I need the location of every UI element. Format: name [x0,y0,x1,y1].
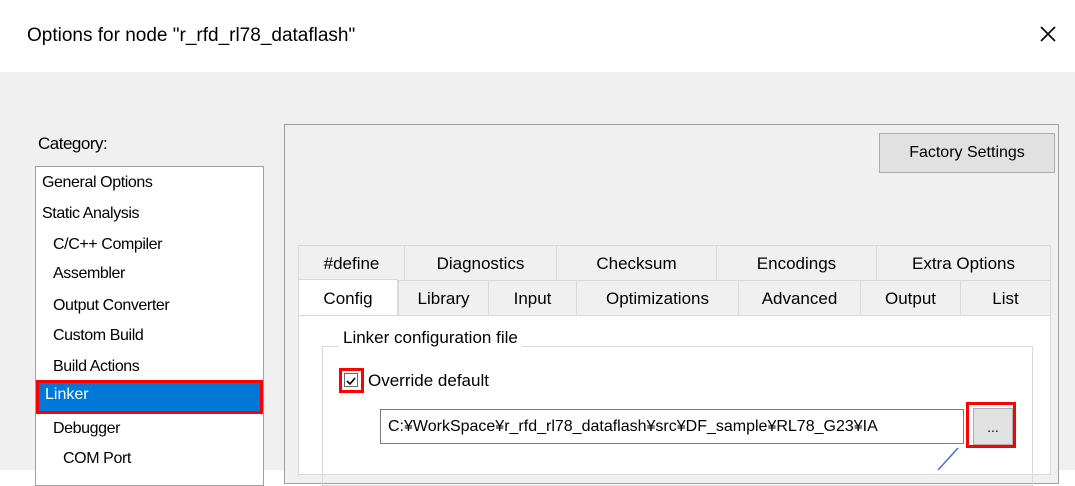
options-dialog: Options for node "r_rfd_rl78_dataflash" … [0,0,1075,486]
callout-line [937,447,959,470]
